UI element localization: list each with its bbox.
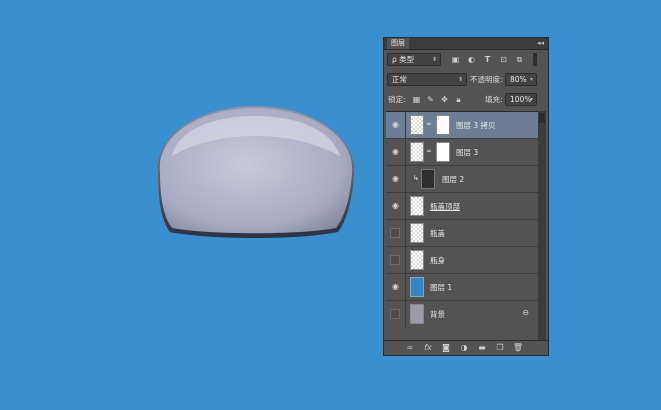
divider xyxy=(405,220,406,247)
layer-thumbnail xyxy=(410,196,424,216)
layer-row[interactable]: ◉ ∞ 图层 3 xyxy=(386,139,539,166)
fx-icon[interactable]: fx xyxy=(422,342,434,354)
filter-toggle-switch[interactable] xyxy=(533,53,537,66)
layer-name: 瓶身 xyxy=(430,256,445,265)
chevron-down-icon: ▾ xyxy=(529,76,533,83)
divider xyxy=(405,166,406,193)
chevron-updown-icon: ⬍ xyxy=(457,76,463,83)
fill-label: 填充: xyxy=(485,95,503,104)
lock-image-pixels-icon[interactable]: ✎ xyxy=(425,94,436,105)
document-canvas[interactable] xyxy=(0,0,661,410)
layer-thumbnail xyxy=(410,142,424,162)
filter-kind-select[interactable]: ρ 类型 ⬍ xyxy=(387,53,441,66)
image-filter-icon[interactable]: ▣ xyxy=(450,54,461,65)
filter-row: ρ 类型 ⬍ ▣ ◐ T ⊡ ⧉ xyxy=(384,51,539,69)
layer-thumbnail xyxy=(410,115,424,135)
divider xyxy=(405,112,406,139)
layer-row[interactable]: 瓶盖 xyxy=(386,220,539,247)
layer-thumbnail xyxy=(421,169,435,189)
smart-object-filter-icon[interactable]: ⧉ xyxy=(514,54,525,65)
layers-panel: 图层 ◂◂ ρ 类型 ⬍ ▣ ◐ T ⊡ ⧉ 正常 ⬍ 不透明度: 80% ▾ … xyxy=(383,37,549,356)
link-chain-icon[interactable]: ∞ xyxy=(426,120,432,128)
link-chain-icon[interactable]: ∞ xyxy=(426,147,432,155)
blend-mode-select[interactable]: 正常 ⬍ xyxy=(387,73,467,86)
layer-thumbnail xyxy=(410,304,424,324)
lock-row: 锁定: ▦ ✎ ✥ 🔒︎ 填充: 100% ▾ xyxy=(384,91,539,109)
layer-name: 瓶盖顶部 xyxy=(430,202,460,211)
new-layer-icon[interactable]: ❐ xyxy=(494,342,506,354)
filter-kind-label: ρ 类型 xyxy=(392,55,415,64)
divider xyxy=(405,301,406,328)
divider xyxy=(405,139,406,166)
add-mask-icon[interactable]: ◙ xyxy=(440,342,452,354)
opacity-label: 不透明度: xyxy=(470,75,503,84)
chevron-updown-icon: ⬍ xyxy=(431,56,437,63)
scrollbar-thumb[interactable] xyxy=(539,113,545,123)
bottle-cap-artwork xyxy=(157,106,355,238)
layers-scrollbar[interactable] xyxy=(538,111,546,342)
visibility-eye-icon[interactable]: ◉ xyxy=(389,173,402,185)
layer-row[interactable]: 背景 ⊖ xyxy=(386,301,539,328)
shape-filter-icon[interactable]: ⊡ xyxy=(498,54,509,65)
layer-mask-thumbnail[interactable] xyxy=(436,142,450,162)
layer-row[interactable]: ◉ 图层 1 xyxy=(386,274,539,301)
collapse-panel-icon[interactable]: ◂◂ xyxy=(537,38,544,49)
layer-row[interactable]: ◉ ∞ 图层 3 拷贝 xyxy=(386,112,539,139)
lock-icon: ⊖ xyxy=(522,308,529,317)
layers-list: ◉ ∞ 图层 3 拷贝 ◉ ∞ 图层 3 ◉ ↳ 图层 2 ◉ 瓶盖顶部 瓶盖 … xyxy=(386,111,539,343)
lock-transparent-pixels-icon[interactable]: ▦ xyxy=(411,94,422,105)
visibility-eye-icon[interactable]: ◉ xyxy=(389,146,402,158)
blend-row: 正常 ⬍ 不透明度: 80% ▾ xyxy=(384,71,539,89)
lock-label: 锁定: xyxy=(388,95,406,104)
adjustment-filter-icon[interactable]: ◐ xyxy=(466,54,477,65)
layer-name: 图层 3 xyxy=(456,148,479,157)
chevron-down-icon: ▾ xyxy=(529,96,533,103)
new-group-icon[interactable]: ▬ xyxy=(476,342,488,354)
visibility-toggle-empty[interactable] xyxy=(390,228,400,238)
type-filter-icon[interactable]: T xyxy=(482,54,493,65)
divider xyxy=(405,247,406,274)
layer-name: 图层 2 xyxy=(442,175,465,184)
clipping-mask-icon: ↳ xyxy=(413,174,419,182)
divider xyxy=(405,193,406,220)
visibility-eye-icon[interactable]: ◉ xyxy=(389,119,402,131)
lock-position-icon[interactable]: ✥ xyxy=(439,94,450,105)
layer-name: 图层 1 xyxy=(430,283,453,292)
layer-thumbnail xyxy=(410,250,424,270)
delete-layer-icon[interactable]: 🗑︎ xyxy=(512,342,524,354)
layer-row[interactable]: ◉ 瓶盖顶部 xyxy=(386,193,539,220)
adjustment-layer-icon[interactable]: ◑ xyxy=(458,342,470,354)
blend-mode-value: 正常 xyxy=(392,75,407,84)
visibility-toggle-empty[interactable] xyxy=(390,309,400,319)
fill-field[interactable]: 100% ▾ xyxy=(505,93,537,106)
lock-all-icon[interactable]: 🔒︎ xyxy=(453,94,464,105)
fill-value: 100% xyxy=(510,95,532,104)
opacity-value: 80% xyxy=(510,75,527,84)
divider xyxy=(405,274,406,301)
layer-name: 瓶盖 xyxy=(430,229,445,238)
layer-thumbnail xyxy=(410,223,424,243)
layer-name: 图层 3 拷贝 xyxy=(456,121,496,130)
layer-thumbnail xyxy=(410,277,424,297)
layer-row[interactable]: ◉ ↳ 图层 2 xyxy=(386,166,539,193)
opacity-field[interactable]: 80% ▾ xyxy=(505,73,537,86)
link-layers-icon[interactable]: ∞ xyxy=(404,342,416,354)
visibility-eye-icon[interactable]: ◉ xyxy=(389,200,402,212)
tab-layers[interactable]: 图层 xyxy=(387,38,409,49)
layer-name: 背景 xyxy=(430,310,445,319)
layer-mask-thumbnail[interactable] xyxy=(436,115,450,135)
layer-row[interactable]: 瓶身 xyxy=(386,247,539,274)
panel-header: 图层 ◂◂ xyxy=(384,38,548,50)
visibility-eye-icon[interactable]: ◉ xyxy=(389,281,402,293)
layers-bottom-toolbar: ∞ fx ◙ ◑ ▬ ❐ 🗑︎ xyxy=(384,340,548,355)
visibility-toggle-empty[interactable] xyxy=(390,255,400,265)
